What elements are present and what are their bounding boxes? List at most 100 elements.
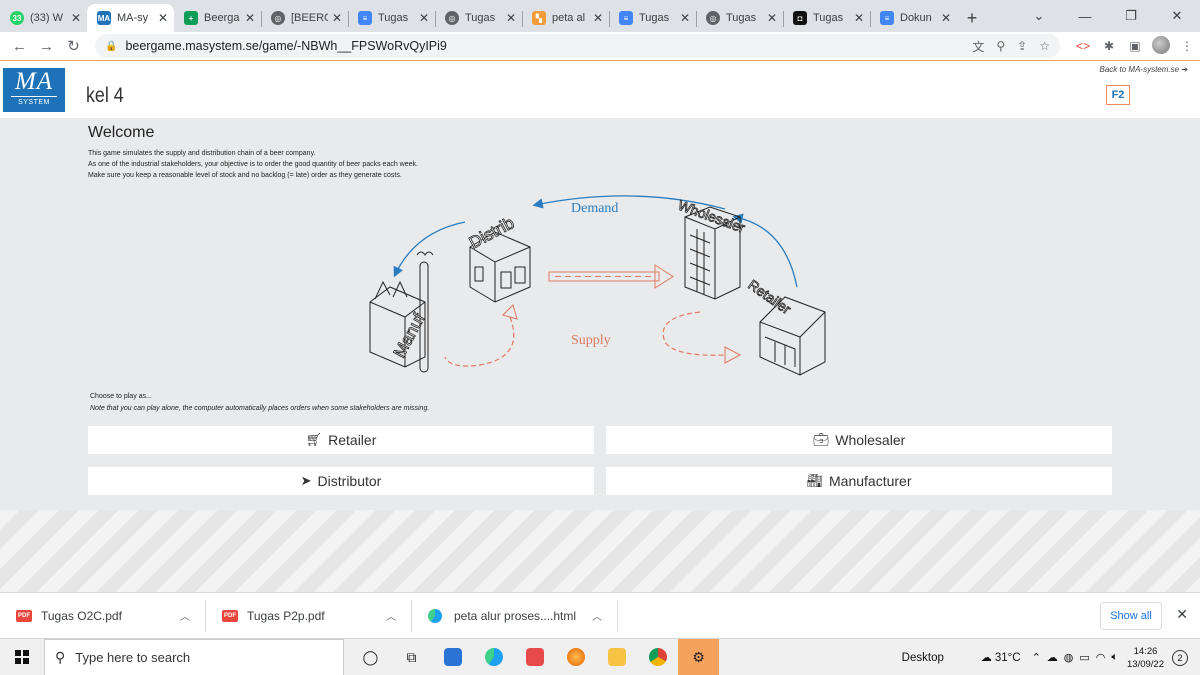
bookmark-star-icon[interactable]: ☆ — [1039, 39, 1050, 53]
ma-system-logo[interactable]: MA SYSTEM — [3, 68, 65, 112]
window-controls: ⌄ — ❐ ✕ — [1016, 0, 1200, 32]
docs-icon: ≡ — [358, 11, 372, 25]
tab-title: Tugas — [639, 12, 670, 24]
close-tab-icon[interactable]: ✕ — [941, 11, 951, 25]
briefcase-icon: 💼︎ — [812, 432, 830, 447]
forward-icon[interactable]: → — [33, 38, 60, 55]
manufacturer-button-label: Manufacturer — [829, 473, 912, 489]
code-extension-icon[interactable]: <> — [1070, 39, 1096, 53]
chrome-icon[interactable] — [637, 639, 678, 675]
settings-gear-icon[interactable]: ⚙ — [678, 638, 719, 675]
welcome-heading: Welcome — [88, 124, 155, 141]
browser-tab[interactable]: ◎ [BEERG ✕ — [261, 4, 348, 32]
browser-tab[interactable]: ◘ Tugas ✕ — [783, 4, 870, 32]
windows-logo-icon — [15, 650, 29, 664]
retailer-shop-icon — [759, 296, 826, 376]
close-tab-icon[interactable]: ✕ — [767, 11, 777, 25]
intro-line: Make sure you keep a reasonable level of… — [88, 172, 402, 179]
start-button[interactable] — [0, 650, 44, 664]
puzzle-icon[interactable]: ✱ — [1096, 39, 1122, 53]
browser-tab[interactable]: ◎ Tugas ✕ — [435, 4, 522, 32]
menu-kebab-icon[interactable]: ⋮ — [1174, 39, 1200, 53]
close-tab-icon[interactable]: ✕ — [854, 11, 864, 25]
browser-tab[interactable]: ≡ Dokun ✕ — [870, 4, 957, 32]
url-text[interactable]: beergame.masystem.se/game/-NBWh__FPSWoRv… — [125, 39, 960, 53]
store-icon[interactable] — [514, 639, 555, 675]
desktop-label[interactable]: Desktop — [902, 652, 944, 664]
task-view-icon[interactable]: ⧉ — [391, 639, 432, 675]
logo-text: MA — [14, 68, 54, 95]
close-shelf-icon[interactable]: ✕ — [1176, 606, 1188, 623]
download-item[interactable]: PDF Tugas P2p.pdf ︿ — [206, 599, 412, 632]
onedrive-icon[interactable]: ☁ — [1047, 651, 1058, 664]
chevron-up-tray-icon[interactable]: ⌃ — [1032, 651, 1041, 664]
clock[interactable]: 14:26 13/09/22 — [1127, 645, 1164, 671]
wifi-icon[interactable]: ◠ — [1096, 651, 1106, 664]
close-tab-icon[interactable]: ✕ — [158, 11, 168, 25]
language-flag-icon[interactable]: F2 — [1106, 85, 1130, 105]
zoom-icon[interactable]: ⚲ — [996, 39, 1005, 53]
ma-system-icon: MA — [97, 11, 111, 25]
firefox-icon[interactable] — [555, 639, 596, 675]
translate-icon[interactable]: 文 — [972, 38, 984, 55]
tab-search-icon[interactable]: ⌄ — [1016, 8, 1062, 24]
close-tab-icon[interactable]: ✕ — [680, 11, 690, 25]
new-tab-button[interactable]: + — [957, 4, 987, 32]
side-panel-icon[interactable]: ▣ — [1122, 39, 1148, 53]
browser-tab[interactable]: ◎ Tugas ✕ — [696, 4, 783, 32]
supply-arrow-middle — [548, 264, 674, 289]
download-item[interactable]: peta alur proses....html ︿ — [412, 599, 618, 632]
download-shelf: PDF Tugas O2C.pdf ︿ PDF Tugas P2p.pdf ︿ … — [0, 592, 1200, 638]
close-tab-icon[interactable]: ✕ — [419, 11, 429, 25]
download-item[interactable]: PDF Tugas O2C.pdf ︿ — [0, 599, 206, 632]
reload-icon[interactable]: ↻ — [60, 37, 87, 55]
close-tab-icon[interactable]: ✕ — [332, 11, 342, 25]
browser-tab[interactable]: 33 (33) W ✕ — [0, 4, 87, 32]
edge-icon[interactable] — [473, 639, 514, 675]
intro-line: This game simulates the supply and distr… — [88, 150, 316, 157]
close-tab-icon[interactable]: ✕ — [506, 11, 516, 25]
chevron-up-icon[interactable]: ︿ — [165, 608, 205, 623]
close-window-icon[interactable]: ✕ — [1154, 8, 1200, 24]
notification-badge[interactable]: 2 — [1172, 649, 1188, 666]
retailer-button[interactable]: 🛒︎ Retailer — [88, 426, 594, 454]
battery-icon[interactable]: ▭ — [1079, 651, 1089, 664]
supply-chain-diagram: Demand Supply Distrib Manuf Wholesaler R… — [369, 195, 826, 376]
browser-tab[interactable]: ≡ Tugas ✕ — [609, 4, 696, 32]
back-to-ma-system-link[interactable]: Back to MA-system.se ➔ — [1100, 65, 1189, 74]
back-icon[interactable]: ← — [6, 38, 33, 55]
browser-tab-active[interactable]: MA MA-sy ✕ — [87, 4, 174, 32]
close-tab-icon[interactable]: ✕ — [245, 11, 255, 25]
cortana-icon[interactable]: ◯ — [350, 639, 391, 675]
sheets-icon: + — [184, 11, 198, 25]
minimize-icon[interactable]: — — [1062, 9, 1108, 24]
temperature[interactable]: 31°C — [995, 652, 1021, 664]
chevron-up-icon[interactable]: ︿ — [371, 608, 411, 623]
tab-title: Tugas — [726, 12, 757, 24]
show-all-button[interactable]: Show all — [1100, 602, 1162, 630]
supply-arrowhead-right — [724, 346, 742, 364]
retailer-button-label: Retailer — [328, 432, 377, 448]
share-icon[interactable]: ⇪ — [1017, 39, 1027, 53]
lock-icon[interactable]: 🔒 — [105, 41, 117, 52]
pdf-icon: PDF — [16, 609, 32, 622]
mail-icon[interactable] — [432, 639, 473, 675]
choose-heading: Choose to play as... — [90, 393, 152, 400]
manufacturer-button[interactable]: 🏭︎ Manufacturer — [606, 467, 1112, 495]
close-tab-icon[interactable]: ✕ — [71, 11, 81, 25]
taskbar-search-box[interactable]: ⚲ Type here to search — [44, 638, 344, 675]
profile-avatar-icon[interactable] — [1148, 35, 1174, 57]
address-bar[interactable]: 🔒 beergame.masystem.se/game/-NBWh__FPSWo… — [95, 34, 1060, 58]
browser-tab[interactable]: ▚ peta al ✕ — [522, 4, 609, 32]
weather-icon[interactable]: ☁ — [981, 651, 992, 664]
close-tab-icon[interactable]: ✕ — [593, 11, 603, 25]
wholesaler-button[interactable]: 💼︎ Wholesaler — [606, 426, 1112, 454]
file-explorer-icon[interactable] — [596, 639, 637, 675]
volume-icon[interactable]: 🔈︎ — [1111, 651, 1118, 664]
restore-icon[interactable]: ❐ — [1108, 8, 1154, 24]
chevron-up-icon[interactable]: ︿ — [577, 608, 617, 623]
network-icon[interactable]: ◍ — [1064, 651, 1074, 664]
distributor-button[interactable]: ➤ Distributor — [88, 467, 594, 495]
browser-tab[interactable]: ≡ Tugas ✕ — [348, 4, 435, 32]
browser-tab[interactable]: + Beerga ✕ — [174, 4, 261, 32]
